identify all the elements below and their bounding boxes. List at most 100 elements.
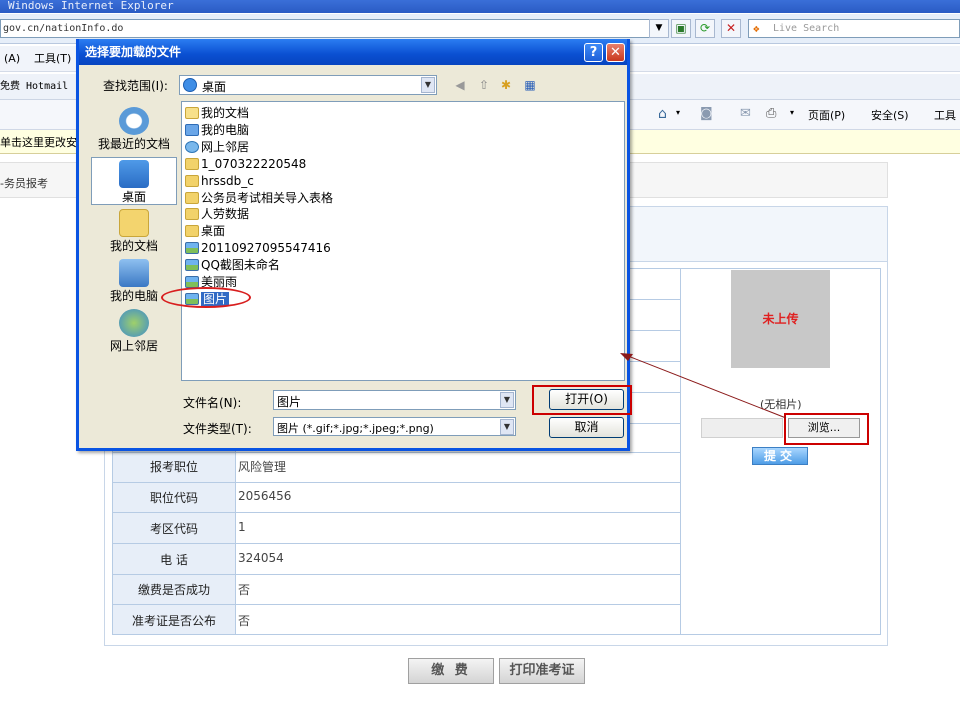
- place-label: 我的文档: [109, 239, 158, 253]
- breadcrumb: -务员报考: [0, 177, 48, 190]
- row-divider: [113, 512, 680, 513]
- row-value: 否: [238, 614, 251, 628]
- network-places-icon: [185, 141, 199, 153]
- list-item[interactable]: 桌面: [185, 223, 225, 240]
- look-in-select[interactable]: 桌面 ▼: [179, 75, 437, 95]
- page-menu[interactable]: 页面(P): [808, 107, 845, 123]
- row-divider: [113, 574, 680, 575]
- file-name-input[interactable]: 图片 ▼: [273, 390, 516, 410]
- folder-icon: [185, 175, 199, 187]
- list-item[interactable]: 20110927095547416: [185, 240, 331, 257]
- network-places-icon: [119, 309, 149, 337]
- submit-photo-button[interactable]: 提交: [752, 447, 808, 465]
- row-value: 否: [238, 583, 251, 597]
- list-item[interactable]: 我的电脑: [185, 122, 249, 139]
- dialog-title: 选择要加载的文件: [85, 45, 182, 59]
- cancel-button[interactable]: 取消: [549, 417, 624, 438]
- safety-menu[interactable]: 安全(S): [871, 107, 909, 123]
- recent-documents-icon: [119, 107, 149, 135]
- row-value: 2056456: [238, 489, 292, 503]
- help-icon[interactable]: ?: [584, 43, 603, 62]
- place-label: 我的电脑: [109, 289, 158, 303]
- my-documents-icon: [119, 209, 149, 237]
- file-type-select[interactable]: 图片 (*.gif;*.jpg;*.jpeg;*.png) ▼: [273, 417, 516, 436]
- place-network[interactable]: 网上邻居: [91, 309, 177, 359]
- refresh-icon[interactable]: ⟳: [695, 19, 715, 38]
- new-folder-icon[interactable]: ✱: [497, 77, 515, 93]
- menu-item-favorites[interactable]: (A): [4, 46, 20, 72]
- chevron-down-icon[interactable]: ▼: [500, 419, 514, 435]
- look-in-value: 桌面: [202, 80, 227, 94]
- live-search-icon: ❖: [753, 22, 760, 35]
- desktop-icon: [119, 160, 149, 188]
- url-field[interactable]: gov.cn/nationInfo.do: [0, 19, 664, 38]
- list-item[interactable]: 网上邻居: [185, 139, 249, 156]
- image-file-icon: [185, 259, 199, 271]
- file-name: 我的文档: [201, 106, 250, 120]
- browse-highlight-box: [784, 413, 869, 445]
- dialog-title-bar[interactable]: 选择要加载的文件: [79, 39, 627, 65]
- file-type-label: 文件类型(T):: [183, 422, 252, 436]
- file-name: 网上邻居: [201, 140, 250, 154]
- row-label: 考区代码: [149, 522, 198, 536]
- row-label: 准考证是否公布: [131, 614, 216, 628]
- place-label: 我最近的文档: [97, 137, 170, 151]
- file-name: 桌面: [201, 224, 226, 238]
- search-placeholder: Live Search: [773, 23, 840, 34]
- url-dropdown-icon[interactable]: ▼: [649, 19, 669, 38]
- tools-menu[interactable]: 工具: [934, 107, 956, 123]
- print-admission-button[interactable]: 打印准考证: [499, 658, 585, 684]
- file-list[interactable]: 我的文档 我的电脑 网上邻居 1_070322220548 hrssdb_c 公…: [181, 101, 625, 381]
- mail-icon[interactable]: ✉: [740, 106, 751, 121]
- compatibility-icon[interactable]: ▣: [671, 19, 691, 38]
- places-bar: 我最近的文档 桌面 我的文档 我的电脑 网上邻居: [91, 103, 177, 385]
- row-divider: [113, 604, 680, 605]
- row-value: 324054: [238, 551, 284, 565]
- browser-title: Windows Internet Explorer: [8, 0, 174, 12]
- file-name: 人劳数据: [201, 207, 250, 221]
- photo-file-input[interactable]: [701, 418, 783, 438]
- list-item[interactable]: 我的文档: [185, 105, 249, 122]
- home-icon[interactable]: ⌂: [658, 106, 667, 122]
- chevron-down-icon[interactable]: ▾: [790, 108, 794, 117]
- list-item[interactable]: 人劳数据: [185, 206, 249, 223]
- information-bar-text: 单击这里更改安: [0, 136, 77, 149]
- my-computer-icon: [119, 259, 149, 287]
- chevron-down-icon[interactable]: ▾: [676, 108, 680, 117]
- list-item[interactable]: 公务员考试相关导入表格: [185, 190, 333, 207]
- photo-placeholder: 未上传: [731, 270, 830, 368]
- search-input[interactable]: ❖ Live Search: [748, 19, 960, 38]
- up-folder-icon[interactable]: ⇧: [475, 77, 493, 93]
- place-my-documents[interactable]: 我的文档: [91, 209, 177, 259]
- row-value: 1: [238, 520, 246, 534]
- stop-icon[interactable]: ✕: [721, 19, 741, 38]
- file-type-value: 图片 (*.gif;*.jpg;*.jpeg;*.png): [277, 422, 434, 435]
- my-documents-icon: [185, 107, 199, 119]
- selection-highlight-ellipse: [161, 287, 251, 308]
- menu-item-tools[interactable]: 工具(T): [34, 46, 71, 72]
- place-label: 网上邻居: [109, 339, 158, 353]
- row-label: 缴费是否成功: [137, 583, 210, 597]
- list-item[interactable]: hrssdb_c: [185, 173, 254, 190]
- row-value: 风险管理: [238, 460, 287, 474]
- list-item[interactable]: 1_070322220548: [185, 156, 306, 173]
- look-in-label: 查找范围(I):: [103, 79, 168, 93]
- back-icon[interactable]: ◀: [451, 77, 469, 93]
- folder-icon: [185, 158, 199, 170]
- no-photo-label: (无相片): [760, 398, 802, 411]
- chevron-down-icon[interactable]: ▼: [500, 392, 514, 408]
- file-name-label: 文件名(N):: [183, 396, 242, 410]
- place-recent[interactable]: 我最近的文档: [91, 107, 177, 157]
- feeds-icon[interactable]: ◙: [700, 106, 713, 121]
- pay-button[interactable]: 缴 费: [408, 658, 494, 684]
- folder-icon: [185, 225, 199, 237]
- favorites-link-hotmail[interactable]: 免费 Hotmail: [0, 74, 68, 100]
- list-item[interactable]: QQ截图未命名: [185, 257, 280, 274]
- folder-icon: [185, 192, 199, 204]
- view-menu-icon[interactable]: ▦: [521, 77, 539, 93]
- chevron-down-icon[interactable]: ▼: [421, 77, 435, 93]
- print-icon[interactable]: ⎙: [766, 106, 776, 121]
- place-desktop[interactable]: 桌面: [91, 157, 177, 205]
- file-open-dialog: 选择要加载的文件 ? ✕ 查找范围(I): 桌面 ▼ ◀ ⇧ ✱ ▦ 我最近的文…: [76, 39, 632, 451]
- close-icon[interactable]: ✕: [606, 43, 625, 62]
